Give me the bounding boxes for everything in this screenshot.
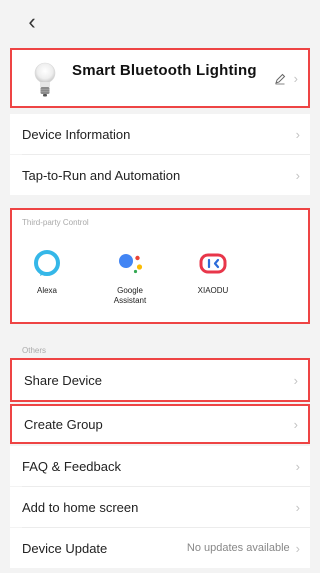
row-label: Share Device: [24, 372, 103, 388]
device-settings-page: ‹ Smart Bluetooth Lighting › Device Info…: [0, 0, 320, 573]
pencil-icon[interactable]: [274, 73, 286, 85]
chevron-right-icon: ›: [295, 126, 300, 142]
row-label: Device Information: [22, 126, 131, 142]
row-share-device[interactable]: Share Device ›: [10, 358, 310, 402]
row-label: Tap-to-Run and Automation: [22, 167, 181, 183]
chevron-right-icon: ›: [293, 71, 298, 86]
back-icon: ‹: [28, 9, 36, 34]
alexa-icon: [34, 250, 60, 276]
device-header-card[interactable]: Smart Bluetooth Lighting ›: [10, 48, 310, 108]
row-label: Create Group: [24, 416, 103, 432]
section-title: Others: [22, 346, 47, 355]
row-tap-to-run[interactable]: Tap-to-Run and Automation ›: [10, 155, 310, 195]
tp-label: Alexa: [36, 286, 57, 295]
chevron-right-icon: ›: [295, 167, 300, 183]
tp-item-alexa[interactable]: Alexa: [12, 248, 82, 296]
chevron-right-icon: ›: [293, 416, 298, 432]
chevron-right-icon: ›: [295, 458, 300, 474]
bulb-icon: [34, 62, 56, 97]
back-button[interactable]: ‹: [22, 9, 42, 34]
update-status: No updates available: [186, 542, 290, 554]
xiaodu-icon: [199, 253, 227, 274]
chevron-right-icon: ›: [295, 499, 300, 515]
row-add-to-home-screen[interactable]: Add to home screen ›: [10, 487, 310, 527]
chevron-right-icon: ›: [295, 540, 300, 556]
device-name: Smart Bluetooth Lighting: [72, 62, 257, 79]
chevron-right-icon: ›: [293, 372, 298, 388]
row-label: Device Update: [22, 540, 108, 556]
row-create-group[interactable]: Create Group ›: [10, 404, 310, 444]
row-device-information[interactable]: Device Information ›: [10, 114, 310, 154]
row-device-update[interactable]: Device Update No updates available ›: [10, 528, 310, 568]
section-title: Third-party Control: [22, 218, 89, 227]
tp-item-xiaodu[interactable]: XIAODU: [178, 248, 248, 296]
tp-label: Google Assistant: [113, 286, 147, 305]
row-label: FAQ & Feedback: [22, 458, 121, 474]
tp-item-google-assistant[interactable]: Google Assistant: [95, 248, 165, 306]
tp-label: XIAODU: [197, 286, 229, 295]
row-label: Add to home screen: [22, 499, 139, 515]
google-assistant-icon: [119, 254, 143, 274]
third-party-control-card: Third-party Control Alexa Google Assista…: [10, 208, 310, 324]
row-faq-feedback[interactable]: FAQ & Feedback ›: [10, 446, 310, 486]
top-bar: ‹: [0, 0, 320, 44]
